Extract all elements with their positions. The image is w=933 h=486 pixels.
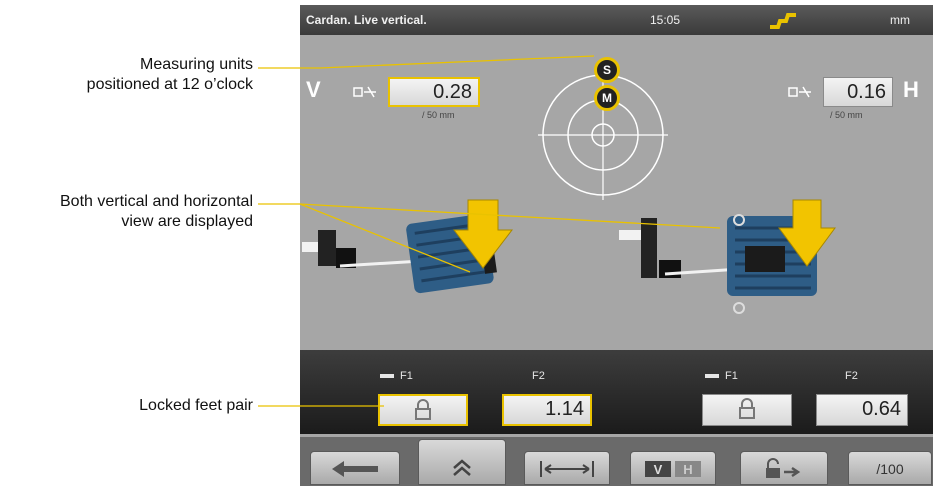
feet-link-icon bbox=[380, 374, 394, 378]
f1-lock-field-horizontal[interactable] bbox=[702, 394, 792, 426]
sensor-icon bbox=[353, 86, 376, 98]
feet-panel: F1 F2 F1 F2 1.14 0.64 bbox=[300, 350, 933, 434]
feet-link-icon bbox=[705, 374, 719, 378]
resolution-button[interactable]: /100 bbox=[848, 451, 932, 485]
chevron-up-double-icon bbox=[453, 459, 471, 476]
horizontal-label: H bbox=[903, 77, 919, 102]
f2-label-vertical: F2 bbox=[532, 370, 545, 382]
device-screen: Cardan. Live vertical. 15:05 mm V 0.28 /… bbox=[300, 5, 933, 486]
horizontal-per-length: / 50 mm bbox=[830, 110, 863, 120]
unlock-feet-button[interactable] bbox=[740, 451, 828, 485]
expand-menu-button[interactable] bbox=[418, 439, 506, 485]
screen-title: Cardan. Live vertical. bbox=[306, 13, 427, 27]
horizontal-machine-view bbox=[619, 199, 836, 314]
horizontal-value-field[interactable]: 0.16 bbox=[823, 77, 893, 107]
f2-value-field-horizontal[interactable]: 0.64 bbox=[816, 394, 908, 426]
arrow-left-icon bbox=[332, 461, 378, 477]
view-toggle-button[interactable]: V H bbox=[630, 451, 716, 485]
annotation-views: Both vertical and horizontal view are di… bbox=[60, 193, 253, 230]
clock: 15:05 bbox=[650, 13, 681, 27]
svg-text:V: V bbox=[654, 462, 663, 477]
lock-icon bbox=[739, 398, 755, 419]
f1-label-horizontal: F1 bbox=[725, 370, 738, 382]
movable-unit-marker: M bbox=[594, 85, 620, 111]
svg-text:H: H bbox=[683, 462, 692, 477]
status-bar: Cardan. Live vertical. 15:05 mm bbox=[300, 5, 933, 35]
distances-button[interactable] bbox=[524, 451, 610, 485]
annotation-locked-feet: Locked feet pair bbox=[139, 397, 253, 414]
vertical-value-field[interactable]: 0.28 bbox=[388, 77, 480, 107]
vertical-per-length: / 50 mm bbox=[422, 110, 455, 120]
f2-label-horizontal: F2 bbox=[845, 370, 858, 382]
dimension-arrows-icon bbox=[540, 461, 594, 477]
vertical-label: V bbox=[306, 77, 321, 102]
f2-value-field-vertical[interactable]: 1.14 bbox=[502, 394, 592, 426]
view-vh-icon: V H bbox=[645, 461, 701, 477]
annotation-measuring-units: Measuring units positioned at 12 o’clock bbox=[86, 56, 253, 93]
back-button[interactable] bbox=[310, 451, 400, 485]
f1-lock-field-vertical[interactable] bbox=[378, 394, 468, 426]
vertical-machine-view bbox=[302, 199, 514, 294]
lock-icon bbox=[415, 399, 431, 420]
unit-indicator: mm bbox=[890, 13, 910, 27]
bottom-navigation: V H /100 bbox=[300, 437, 933, 486]
sensor-icon bbox=[788, 86, 811, 98]
stationary-unit-marker: S bbox=[594, 57, 620, 83]
alignment-status-icon bbox=[770, 13, 796, 29]
f1-label-vertical: F1 bbox=[400, 370, 413, 382]
unlock-arrow-icon bbox=[766, 458, 801, 478]
